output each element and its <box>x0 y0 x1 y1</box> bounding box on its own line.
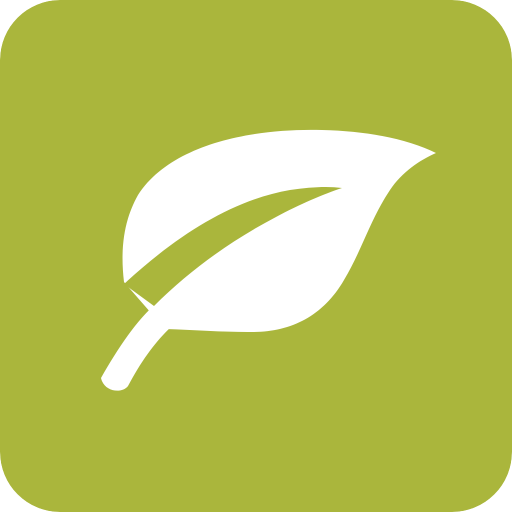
app-icon[interactable] <box>0 0 512 512</box>
app-icon-graphic <box>0 0 512 512</box>
